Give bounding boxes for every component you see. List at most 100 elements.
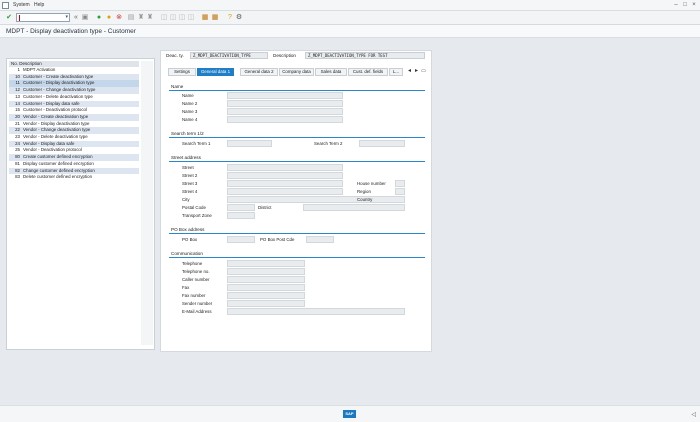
caller-number-label: Caller number (182, 277, 210, 282)
list-item-code: 80 (15, 154, 20, 160)
telephone-no-field[interactable] (227, 268, 305, 275)
district-field[interactable] (303, 204, 405, 211)
menu-system[interactable]: System (13, 2, 30, 8)
po-box-field[interactable] (227, 236, 255, 243)
street-field[interactable] (227, 164, 343, 171)
tab-scroll-left-icon[interactable]: ◂ (406, 68, 413, 75)
deac-type-field[interactable]: Z_MDPT_DEACTIVATION_TYPE (190, 52, 268, 59)
list-scrollbar[interactable] (141, 61, 153, 345)
street-4-field[interactable] (227, 188, 343, 195)
menu-help[interactable]: Help (34, 2, 44, 8)
list-item-code: 21 (15, 120, 20, 126)
description-field[interactable]: Z_MDPT_DEACTIVATION_TYPE FOR TEST (305, 52, 425, 59)
list-item[interactable]: 10 Customer - Create deactivation type (9, 73, 139, 81)
save-icon[interactable]: ▣ (81, 14, 89, 22)
previous-page-icon[interactable]: ◫ (169, 14, 177, 22)
command-field[interactable]: ▾ (16, 13, 70, 22)
maximize-icon[interactable]: □ (681, 1, 689, 9)
tab-company-data[interactable]: Company data (279, 68, 314, 76)
list-item[interactable]: 25 Vendor - Deactivation protocol (9, 147, 139, 154)
find-next-icon[interactable]: ♜ (146, 14, 154, 22)
list-item-code: 1 (17, 67, 20, 72)
back-icon[interactable]: ● (95, 14, 103, 22)
close-window-icon[interactable]: × (690, 1, 698, 9)
name-group-title: Name (171, 84, 184, 89)
name-3-label: Name 3 (182, 109, 198, 114)
new-session-icon[interactable]: ▦ (201, 14, 209, 22)
list-item[interactable]: 15 Customer - Deactivation protocol (9, 107, 139, 114)
first-page-icon[interactable]: ◫ (160, 14, 168, 22)
street-2-field[interactable] (227, 172, 343, 179)
list-header-label: No. Description (11, 61, 42, 66)
region-field[interactable] (395, 188, 405, 195)
list-item[interactable]: 80 Create customer defined encryption (9, 154, 139, 161)
street-3-field[interactable] (227, 180, 343, 187)
name-2-field[interactable] (227, 100, 343, 107)
list-item[interactable]: 1 MDPT Activation (9, 67, 139, 74)
name-field[interactable] (227, 92, 343, 99)
next-page-icon[interactable]: ◫ (178, 14, 186, 22)
fax-number-field[interactable] (227, 292, 305, 299)
list-item[interactable]: 81 Display customer defined encryption (9, 161, 139, 168)
tab-cust-def-fields[interactable]: Cust. def. fields (348, 68, 388, 76)
tab-general-data-2[interactable]: General data 2 (240, 68, 278, 76)
postal-code-field[interactable] (227, 204, 255, 211)
exit-icon[interactable]: ● (105, 14, 113, 22)
list-item-description: Vendor - Deactivation protocol (23, 147, 82, 153)
search-term-1-field[interactable] (227, 140, 272, 147)
name-3-field[interactable] (227, 108, 343, 115)
chevron-down-icon[interactable]: ▾ (65, 14, 68, 20)
po-box-post-code-field[interactable] (306, 236, 334, 243)
page-title: MDPT - Display deactivation type - Custo… (6, 28, 136, 35)
fax-field[interactable] (227, 284, 305, 291)
list-item-description: MDPT Activation (23, 67, 56, 72)
po-box-label: PO Box (182, 237, 198, 242)
city-field[interactable] (227, 196, 405, 203)
status-toggle-icon[interactable]: ◁ (691, 411, 696, 418)
list-item[interactable]: 23 Vendor - Delete deactivation type (9, 134, 139, 141)
tab-more[interactable]: L... (389, 68, 403, 76)
enter-icon[interactable]: ✔ (5, 14, 13, 22)
last-page-icon[interactable]: ◫ (187, 14, 195, 22)
tab-list-icon[interactable]: ▭ (420, 68, 427, 75)
shortcut-icon[interactable]: ▦ (211, 14, 219, 22)
list-item[interactable]: 21 Vendor - Display deactivation type (9, 121, 139, 128)
find-icon[interactable]: ♜ (137, 14, 145, 22)
list-item-code: 22 (15, 127, 20, 133)
list-item[interactable]: 20 Vendor - Create deactivation type (9, 113, 139, 121)
history-icon[interactable]: « (72, 14, 80, 22)
house-number-field[interactable] (395, 180, 405, 187)
help-icon[interactable]: ? (226, 14, 234, 22)
list-item[interactable]: 12 Customer - Change deactivation type (9, 87, 139, 94)
deac-type-label: Deac. ty. (166, 53, 184, 58)
tab-scroll-right-icon[interactable]: ▸ (413, 68, 420, 75)
sap-window-icon[interactable] (2, 2, 9, 9)
region-label: Region (357, 189, 371, 194)
list-item[interactable]: 82 Change customer defined encryption (9, 167, 139, 175)
po-box-group-title: PO Box address (171, 227, 205, 232)
tab-sales-data[interactable]: Sales data (315, 68, 347, 76)
print-icon[interactable]: ▤ (127, 14, 135, 22)
name-4-field[interactable] (227, 116, 343, 123)
telephone-field[interactable] (227, 260, 305, 267)
list-item-description: Vendor - Display deactivation type (23, 120, 90, 126)
customize-icon[interactable]: ⚙ (235, 14, 243, 22)
name-4-label: Name 4 (182, 117, 198, 122)
list-item-code: 81 (15, 160, 20, 166)
sender-number-field[interactable] (227, 300, 305, 307)
list-item[interactable]: 11 Customer - Display deactivation type (9, 80, 139, 88)
transport-zone-field[interactable] (227, 212, 255, 219)
tab-general-data-1[interactable]: General data 1 (197, 68, 234, 76)
list-item[interactable]: 22 Vendor - Change deactivation type (9, 127, 139, 134)
list-item[interactable]: 14 Customer - Display data safe (9, 100, 139, 108)
cancel-icon[interactable]: ⊗ (115, 14, 123, 22)
list-item[interactable]: 83 Delete customer defined encryption (9, 174, 139, 181)
minimize-icon[interactable]: – (672, 1, 680, 9)
list-item[interactable]: 24 Vendor - Display data safe (9, 140, 139, 148)
email-address-field[interactable] (227, 308, 405, 315)
list-item[interactable]: 13 Customer - Delete deactivation type (9, 94, 139, 101)
transport-zone-label: Transport Zone (182, 213, 212, 218)
tab-settings[interactable]: Settings (168, 68, 196, 76)
search-term-2-field[interactable] (359, 140, 405, 147)
caller-number-field[interactable] (227, 276, 305, 283)
